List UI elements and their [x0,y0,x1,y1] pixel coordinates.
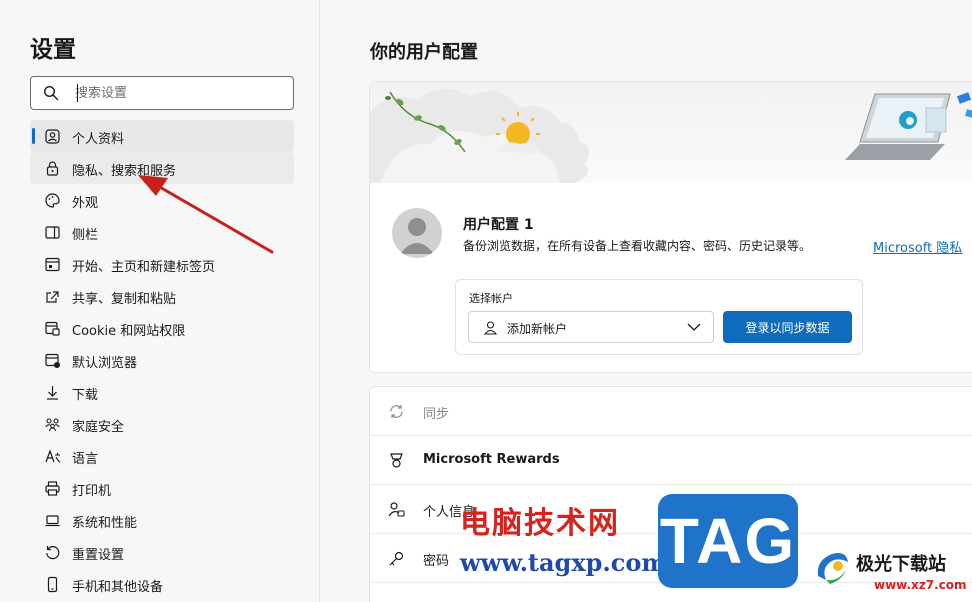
person-info-icon [388,502,405,517]
language-icon [45,449,61,463]
sidebar-item-label: 侧栏 [72,228,99,243]
sidebar-item-label: 打印机 [72,484,112,499]
sidebar-item-family[interactable]: 家庭安全 [30,408,294,440]
site-name: 极光下载站 [856,554,946,575]
signin-sync-button[interactable]: 登录以同步数据 [723,311,852,343]
home-icon [45,257,60,272]
sidebar-item-label: 共享、复制和粘贴 [72,292,177,307]
sidebar-item-cookies[interactable]: Cookie 和网站权限 [30,312,294,344]
person-icon [483,321,498,335]
sidebar-item-appearance[interactable]: 外观 [30,184,294,216]
row-rewards[interactable]: Microsoft Rewards [370,436,972,485]
site-logo-icon [817,553,848,584]
profile-card: 用户配置 1 备份浏览数据，在所有设备上查看收藏内容、密码、历史记录等。 Mic… [369,81,972,373]
text-caret [77,84,78,102]
sidebar-item-label: 语言 [72,452,99,467]
settings-nav: 个人资料 隐私、搜索和服务 外观 侧栏 开始、主页和新建标签页 共享、复制和粘贴… [30,120,294,600]
sidebar-item-printers[interactable]: 打印机 [30,472,294,504]
sidebar-item-system[interactable]: 系统和性能 [30,504,294,536]
search-icon [43,85,59,101]
avatar[interactable] [392,208,442,258]
cookie-icon [45,321,60,336]
sidebar-item-label: 重置设置 [72,548,125,563]
page-title: 你的用户配置 [370,42,478,63]
active-marker [32,128,35,144]
palette-icon [45,193,60,208]
watermark-tag-logo: TAG [658,494,798,588]
account-picker-box: 选择帐户 添加新帐户 登录以同步数据 [455,279,863,355]
sidebar-item-label: 家庭安全 [72,420,125,435]
privacy-link[interactable]: Microsoft 隐私 [873,237,962,256]
row-label: 密码 [423,554,450,569]
row-sync[interactable]: 同步 [370,387,972,436]
sidebar-item-languages[interactable]: 语言 [30,440,294,472]
search-input[interactable] [75,83,285,103]
row-label: Microsoft Rewards [423,452,560,467]
watermark-cn-text: 电脑技术网 [460,506,620,541]
sidebar-icon [45,226,60,239]
share-icon [46,291,59,303]
printer-icon [45,481,60,496]
watermark-tag-text: TAG [659,505,797,577]
sidebar-item-default-browser[interactable]: 默认浏览器 [30,344,294,376]
sidebar-item-label: 开始、主页和新建标签页 [72,260,216,275]
sidebar-item-label: 个人资料 [72,132,125,147]
sidebar-item-phone[interactable]: 手机和其他设备 [30,568,294,600]
phone-icon [47,576,58,593]
search-box[interactable] [30,76,294,110]
sidebar-item-reset[interactable]: 重置设置 [30,536,294,568]
key-icon [389,551,404,566]
sidebar-item-downloads[interactable]: 下载 [30,376,294,408]
chevron-down-icon [687,323,701,331]
sidebar-item-label: Cookie 和网站权限 [72,324,186,339]
row-label: 同步 [423,407,450,422]
sidebar-item-label: 下载 [72,388,99,403]
sidebar-item-start-home[interactable]: 开始、主页和新建标签页 [30,248,294,280]
profile-icon [45,129,60,144]
laptop-icon [45,515,60,527]
avatar-person-icon [400,218,434,254]
sidebar-item-profile[interactable]: 个人资料 [30,120,294,152]
rewards-icon [390,453,403,468]
family-icon [45,418,60,432]
profile-banner-illustration [370,82,972,183]
sidebar-item-label: 外观 [72,196,99,211]
sidebar-item-label: 隐私、搜索和服务 [72,164,177,179]
account-dropdown[interactable]: 添加新帐户 [468,311,714,343]
profile-description: 备份浏览数据，在所有设备上查看收藏内容、密码、历史记录等。 [463,239,812,253]
download-icon [47,386,58,400]
account-selected: 添加新帐户 [507,322,568,336]
sidebar-item-label: 手机和其他设备 [72,580,164,595]
profile-name: 用户配置 1 [463,217,534,233]
settings-sidebar: 设置 个人资料 隐私、搜索和服务 外观 侧栏 开始、主页和新建标签页 [0,0,320,602]
settings-title: 设置 [30,37,76,63]
sidebar-item-label: 系统和性能 [72,516,138,531]
site-url: www.xz7.com [874,578,967,592]
lock-icon [46,161,59,176]
reset-icon [46,546,60,560]
sidebar-item-privacy[interactable]: 隐私、搜索和服务 [30,152,294,184]
account-label: 选择帐户 [469,292,513,305]
sidebar-item-sidebar[interactable]: 侧栏 [30,216,294,248]
sidebar-item-label: 默认浏览器 [72,356,138,371]
sidebar-item-share[interactable]: 共享、复制和粘贴 [30,280,294,312]
watermark-url: www.tagxp.com [460,548,667,577]
browser-icon [45,353,60,368]
sync-icon [390,405,403,418]
